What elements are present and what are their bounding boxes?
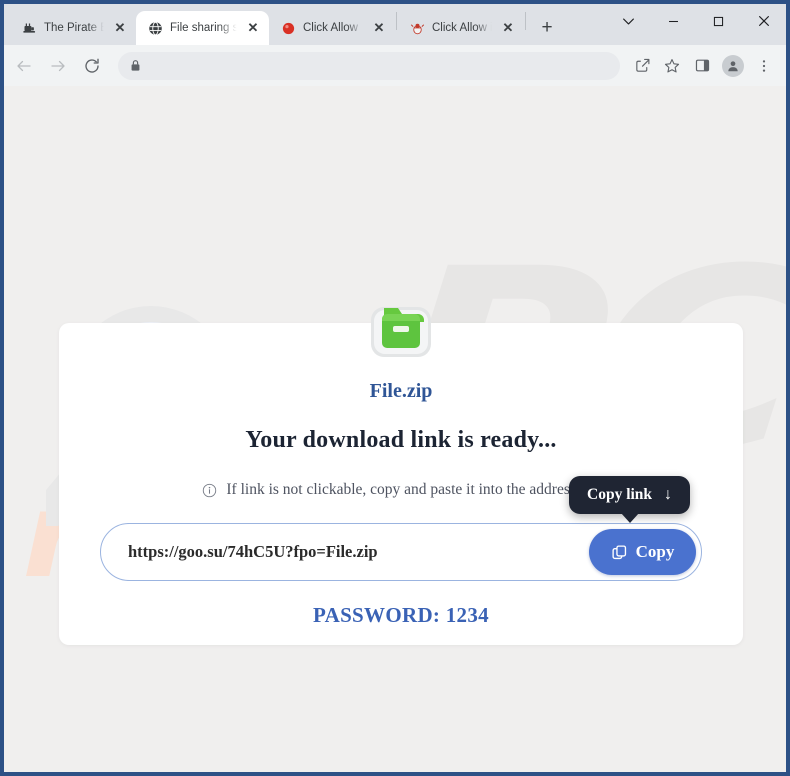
browser-tab-title: File sharing se bbox=[170, 22, 238, 34]
tab-separator bbox=[525, 11, 526, 30]
browser-tab-click-allow-if[interactable]: Click Allow if y ✕ bbox=[398, 11, 524, 45]
tab-close-icon[interactable]: ✕ bbox=[500, 20, 516, 36]
tab-close-icon[interactable]: ✕ bbox=[112, 20, 128, 36]
tooltip-label: Copy link bbox=[587, 486, 653, 503]
copy-link-tooltip: Copy link ↓ bbox=[569, 476, 691, 514]
file-name-label: File.zip bbox=[369, 380, 433, 402]
bug-icon bbox=[409, 20, 425, 36]
page-viewport: PC risk.com bbox=[4, 86, 786, 772]
browser-window: The Pirate Bay ✕ File sharing se ✕ bbox=[0, 0, 790, 776]
browser-tab-pirate-bay[interactable]: The Pirate Bay ✕ bbox=[10, 11, 136, 45]
maximize-icon[interactable] bbox=[696, 4, 741, 38]
window-controls bbox=[606, 4, 786, 45]
globe-icon bbox=[147, 20, 163, 36]
browser-tab-title: Click Allow if y bbox=[432, 22, 493, 34]
address-bar[interactable] bbox=[118, 51, 620, 80]
download-link-field[interactable]: https://goo.su/74hC5U?fpo=File.zip Copy bbox=[100, 523, 702, 581]
share-icon[interactable] bbox=[628, 52, 656, 80]
window-close-icon[interactable] bbox=[741, 4, 786, 38]
ship-icon bbox=[21, 20, 37, 36]
red-dot-icon bbox=[280, 20, 296, 36]
lock-icon bbox=[130, 59, 141, 72]
minimize-icon[interactable] bbox=[651, 4, 696, 38]
browser-tab-file-sharing[interactable]: File sharing se ✕ bbox=[136, 11, 269, 45]
password-label: PASSWORD: 1234 bbox=[313, 603, 489, 627]
browser-tab-click-allow[interactable]: Click Allow ✕ bbox=[269, 11, 395, 45]
browser-tab-title: Click Allow bbox=[303, 22, 358, 34]
arrow-down-icon: ↓ bbox=[664, 486, 673, 503]
back-arrow-icon[interactable] bbox=[8, 50, 40, 82]
copy-icon bbox=[611, 544, 628, 561]
info-circle-icon bbox=[202, 483, 217, 498]
copy-button-label: Copy bbox=[635, 542, 675, 561]
tab-strip: The Pirate Bay ✕ File sharing se ✕ bbox=[4, 4, 786, 45]
tab-search-icon[interactable] bbox=[606, 4, 651, 38]
browser-tab-title: The Pirate Bay bbox=[44, 22, 105, 34]
forward-arrow-icon[interactable] bbox=[42, 50, 74, 82]
new-tab-button[interactable]: + bbox=[533, 14, 561, 42]
tab-separator bbox=[396, 11, 397, 30]
download-link-url[interactable]: https://goo.su/74hC5U?fpo=File.zip bbox=[128, 542, 589, 562]
page-title: Your download link is ready... bbox=[245, 427, 557, 453]
tab-close-icon[interactable]: ✕ bbox=[371, 20, 387, 36]
browser-toolbar bbox=[4, 45, 786, 86]
side-panel-icon[interactable] bbox=[688, 52, 716, 80]
profile-avatar-icon[interactable] bbox=[722, 54, 744, 77]
green-zip-folder-icon bbox=[366, 295, 436, 365]
three-dot-menu-icon[interactable] bbox=[750, 52, 778, 80]
tab-close-icon[interactable]: ✕ bbox=[245, 20, 261, 36]
reload-icon[interactable] bbox=[76, 50, 108, 82]
copy-button[interactable]: Copy bbox=[589, 529, 696, 575]
star-icon[interactable] bbox=[658, 52, 686, 80]
hint-text: If link is not clickable, copy and paste… bbox=[226, 481, 600, 498]
